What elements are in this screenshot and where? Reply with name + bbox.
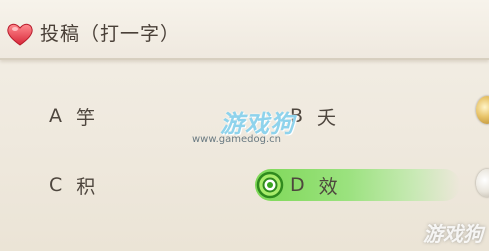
side-knob-icon — [476, 96, 489, 124]
question-panel: 投稿（打一字） A 竽 B 夭 C 积 D 效 游戏狗 www.gamedog.… — [0, 0, 489, 251]
option-text: 夭 — [317, 106, 339, 129]
option-c[interactable]: C 积 — [49, 168, 97, 202]
corner-watermark: 游戏狗 — [423, 222, 483, 246]
option-letter: D — [290, 174, 307, 196]
option-text: 积 — [76, 175, 98, 198]
watermark-url: www.gamedog.cn — [192, 134, 281, 145]
side-knob-icon — [476, 169, 489, 197]
site-watermark: 游戏狗 www.gamedog.cn — [192, 104, 312, 154]
question-title: 投稿（打一字） — [40, 23, 181, 45]
option-text: 竽 — [76, 106, 98, 129]
option-text: 效 — [318, 175, 340, 198]
question-header: 投稿（打一字） — [0, 0, 489, 60]
option-d[interactable]: D 效 — [255, 168, 455, 202]
option-letter: A — [49, 105, 64, 127]
option-letter: C — [49, 174, 65, 196]
option-a[interactable]: A 竽 — [49, 99, 97, 133]
heart-icon — [7, 23, 33, 46]
